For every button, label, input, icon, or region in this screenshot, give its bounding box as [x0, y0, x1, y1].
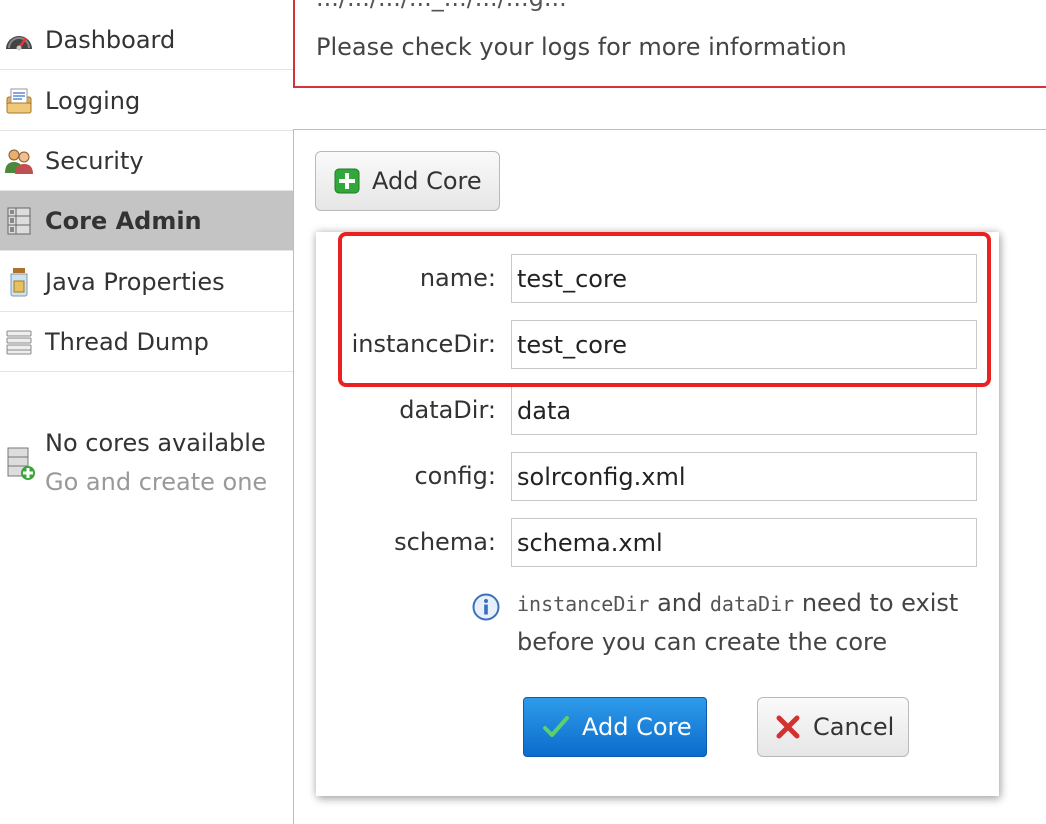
sidebar-item-label: Security: [45, 146, 144, 175]
sidebar-item-dashboard[interactable]: Dashboard: [0, 10, 293, 70]
cancel-label: Cancel: [813, 713, 895, 741]
sidebar-item-logging[interactable]: Logging: [0, 71, 293, 131]
sidebar-item-label: Dashboard: [45, 25, 176, 54]
no-cores-title: No cores available: [45, 429, 266, 457]
add-core-toggle-label: Add Core: [372, 167, 482, 195]
create-core-link[interactable]: Go and create one: [45, 468, 267, 496]
info-note-text: instanceDir and dataDir need to exist be…: [517, 584, 987, 661]
jar-icon: [4, 267, 34, 297]
sidebar-item-security[interactable]: Security: [0, 131, 293, 191]
plus-icon: [334, 168, 360, 194]
schema-label: schema:: [394, 528, 496, 556]
sidebar-item-thread-dump[interactable]: Thread Dump: [0, 312, 293, 372]
sidebar-item-label: Java Properties: [45, 267, 225, 296]
logging-icon: [4, 86, 34, 116]
sidebar-item-core-admin[interactable]: Core Admin: [0, 191, 293, 251]
error-partial-line: .../.../.../..._.../.../...g...: [316, 0, 567, 12]
schema-input[interactable]: [511, 518, 977, 567]
form-row-schema: schema:: [316, 518, 999, 568]
add-core-dialog: name: instanceDir: dataDir: config: sche…: [316, 232, 999, 796]
form-row-datadir: dataDir:: [316, 386, 999, 436]
info-icon: [472, 593, 500, 621]
config-input[interactable]: [511, 452, 977, 501]
sidebar-item-label: Thread Dump: [45, 327, 209, 356]
sidebar-divider: [293, 130, 294, 824]
sidebar-item-label: Logging: [45, 86, 141, 115]
add-core-submit-label: Add Core: [582, 713, 692, 741]
users-icon: [4, 146, 34, 176]
cancel-button[interactable]: Cancel: [757, 697, 909, 757]
error-message-text: Please check your logs for more informat…: [316, 33, 847, 61]
database-icon: [4, 206, 34, 236]
stack-icon: [4, 327, 34, 357]
datadir-input[interactable]: [511, 386, 977, 435]
add-server-icon: [6, 446, 36, 482]
content-divider: [293, 129, 1046, 130]
note-and: and: [657, 589, 703, 617]
add-core-submit-button[interactable]: Add Core: [523, 697, 707, 757]
close-icon: [775, 714, 801, 740]
instancedir-code: instanceDir: [517, 592, 650, 616]
sidebar-item-label: Core Admin: [45, 206, 202, 235]
speedometer-icon: [4, 25, 34, 55]
datadir-label: dataDir:: [399, 396, 496, 424]
name-label: name:: [419, 264, 496, 292]
error-message-box: .../.../.../..._.../.../...g... Please c…: [293, 0, 1046, 88]
datadir-code: dataDir: [709, 592, 795, 616]
form-row-config: config:: [316, 452, 999, 502]
sidebar: Dashboard Logging Security Core Admin Ja…: [0, 0, 294, 824]
form-row-instancedir: instanceDir:: [316, 320, 999, 370]
instancedir-input[interactable]: [511, 320, 977, 369]
form-row-name: name:: [316, 254, 999, 304]
instancedir-label: instanceDir:: [351, 330, 496, 358]
checkmark-icon: [542, 714, 570, 740]
name-input[interactable]: [511, 254, 977, 303]
add-core-toggle-button[interactable]: Add Core: [315, 151, 500, 211]
sidebar-item-java-properties[interactable]: Java Properties: [0, 252, 293, 312]
config-label: config:: [414, 462, 496, 490]
